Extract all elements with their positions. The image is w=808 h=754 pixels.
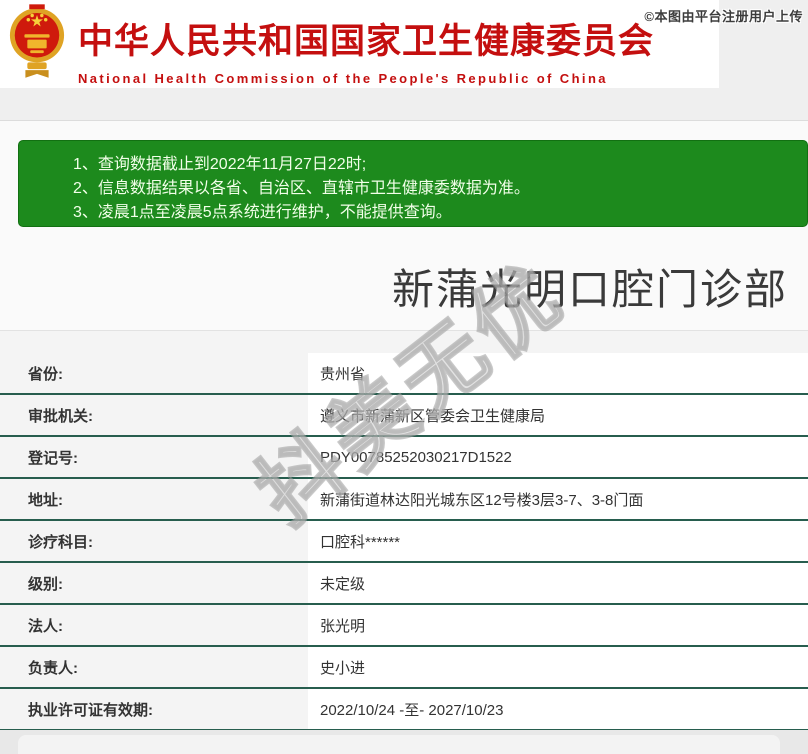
- field-label: 级别:: [28, 575, 63, 593]
- table-row-clinical-departments: 诊疗科目: 口腔科******: [0, 521, 808, 563]
- notice-line-2: 2、信息数据结果以各省、自治区、直辖市卫生健康委数据为准。: [73, 180, 530, 197]
- page: 中华人民共和国国家卫生健康委员会 National Health Commiss…: [0, 0, 808, 754]
- header-title-chinese: 中华人民共和国国家卫生健康委员会: [78, 22, 655, 62]
- field-value: 张光明: [308, 605, 808, 645]
- footer-strip: [0, 730, 808, 754]
- notice-line-3: 3、凌晨1点至凌晨5点系统进行维护，不能提供查询。: [73, 204, 452, 221]
- footer-panel: [18, 735, 780, 754]
- field-label: 法人:: [28, 617, 63, 635]
- upload-copyright-watermark: ©本图由平台注册用户上传: [644, 9, 803, 24]
- notice-box: 1、查询数据截止到2022年11月27日22时; 2、信息数据结果以各省、自治区…: [18, 140, 808, 227]
- field-value: 新蒲街道林达阳光城东区12号楼3层3-7、3-8门面: [308, 479, 808, 519]
- field-label: 负责人:: [28, 659, 78, 677]
- field-value: 2022/10/24 -至- 2027/10/23: [308, 689, 808, 729]
- table-row-person-in-charge: 负责人: 史小进: [0, 647, 808, 689]
- institution-title: 新蒲光明口腔门诊部: [391, 266, 788, 313]
- field-value: 未定级: [308, 563, 808, 603]
- field-value: 史小进: [308, 647, 808, 687]
- field-label: 登记号:: [28, 449, 78, 467]
- table-row-province: 省份: 贵州省: [0, 353, 808, 395]
- field-label: 诊疗科目:: [28, 533, 93, 551]
- field-label: 省份:: [28, 365, 63, 383]
- field-label: 执业许可证有效期:: [28, 701, 153, 719]
- field-value: 遵义市新蒲新区管委会卫生健康局: [308, 395, 808, 435]
- field-label: 地址:: [28, 491, 63, 509]
- table-row-license-validity: 执业许可证有效期: 2022/10/24 -至- 2027/10/23: [0, 689, 808, 731]
- table-row-address: 地址: 新蒲街道林达阳光城东区12号楼3层3-7、3-8门面: [0, 479, 808, 521]
- institution-info-table: 省份: 贵州省 审批机关: 遵义市新蒲新区管委会卫生健康局 登记号: PDY00…: [0, 330, 808, 731]
- table-row-approval-authority: 审批机关: 遵义市新蒲新区管委会卫生健康局: [0, 395, 808, 437]
- field-value: 口腔科******: [308, 521, 808, 561]
- field-value: 贵州省: [308, 353, 808, 393]
- field-label: 审批机关:: [28, 407, 93, 425]
- subheader-band: [0, 88, 808, 121]
- header-title-english: National Health Commission of the People…: [78, 71, 608, 86]
- table-row-registration-number: 登记号: PDY00785252030217D1522: [0, 437, 808, 479]
- field-value: PDY00785252030217D1522: [308, 437, 808, 477]
- table-row-legal-person: 法人: 张光明: [0, 605, 808, 647]
- notice-line-1: 1、查询数据截止到2022年11月27日22时;: [73, 156, 367, 173]
- national-emblem-icon: [9, 4, 65, 78]
- table-row-level: 级别: 未定级: [0, 563, 808, 605]
